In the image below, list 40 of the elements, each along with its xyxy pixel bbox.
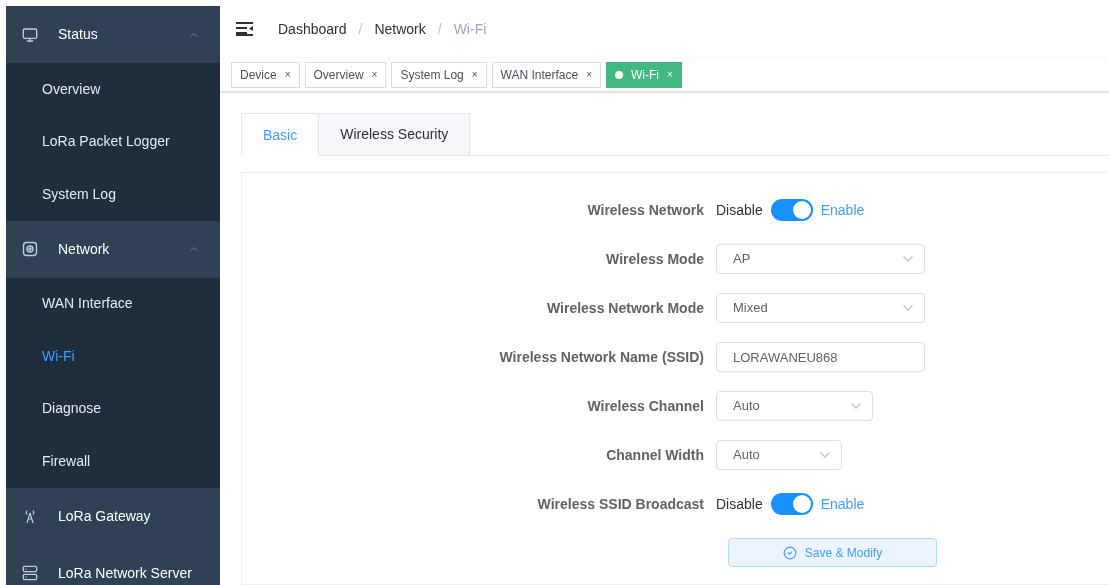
select-field[interactable]: Auto: [716, 440, 842, 470]
breadcrumb-separator: /: [357, 19, 364, 39]
input-field[interactable]: LORAWANEU868: [716, 342, 925, 372]
breadcrumb-item: Wi-Fi: [453, 19, 487, 39]
sidebar-item[interactable]: WAN Interface: [6, 277, 220, 330]
sidebar-item[interactable]: Firewall: [6, 435, 220, 488]
form-label: Wireless Channel: [586, 396, 705, 416]
toggle-on-label: Enable: [820, 200, 865, 220]
network-icon: [22, 241, 38, 257]
sidebar-item[interactable]: LoRa Packet Logger: [6, 115, 220, 168]
menu-icon[interactable]: [236, 21, 254, 37]
sidebar-item[interactable]: Overview: [6, 63, 220, 116]
form-label: Wireless Network: [586, 200, 705, 220]
tag-tab[interactable]: Device ×: [231, 61, 300, 88]
tag-tab[interactable]: Overview ×: [304, 61, 387, 88]
check-circle-icon: [782, 545, 797, 560]
form-label: Channel Width: [605, 445, 705, 465]
toggle-switch[interactable]: [770, 199, 813, 221]
select-field[interactable]: Mixed: [716, 293, 925, 323]
form-label: Wireless Mode: [605, 249, 705, 269]
sidebar-item[interactable]: System Log: [6, 168, 220, 221]
select-field[interactable]: Auto: [716, 391, 873, 421]
toggle-switch[interactable]: [770, 493, 813, 515]
monitor-icon: [22, 26, 38, 43]
tag-tab[interactable]: System Log ×: [391, 61, 487, 88]
select-field[interactable]: AP: [716, 244, 925, 274]
toggle-on-label: Enable: [820, 494, 865, 514]
toggle-off-label: Disable: [716, 494, 763, 514]
form-label: Wireless Network Mode: [545, 298, 705, 318]
form-label: Wireless Network Name (SSID): [498, 347, 705, 367]
breadcrumb-item[interactable]: Dashboard: [278, 18, 347, 40]
breadcrumb-item[interactable]: Network: [374, 18, 426, 40]
form-label: Wireless SSID Broadcast: [536, 494, 705, 514]
toggle-off-label: Disable: [716, 200, 763, 220]
breadcrumb-separator: /: [436, 19, 443, 39]
sidebar-item[interactable]: Diagnose: [6, 382, 220, 435]
sidebar-item[interactable]: Wi-Fi: [6, 330, 220, 383]
tab[interactable]: Wireless Security: [318, 113, 471, 155]
tag-tab[interactable]: WAN Interface ×: [491, 61, 602, 88]
server-icon: [22, 565, 38, 581]
